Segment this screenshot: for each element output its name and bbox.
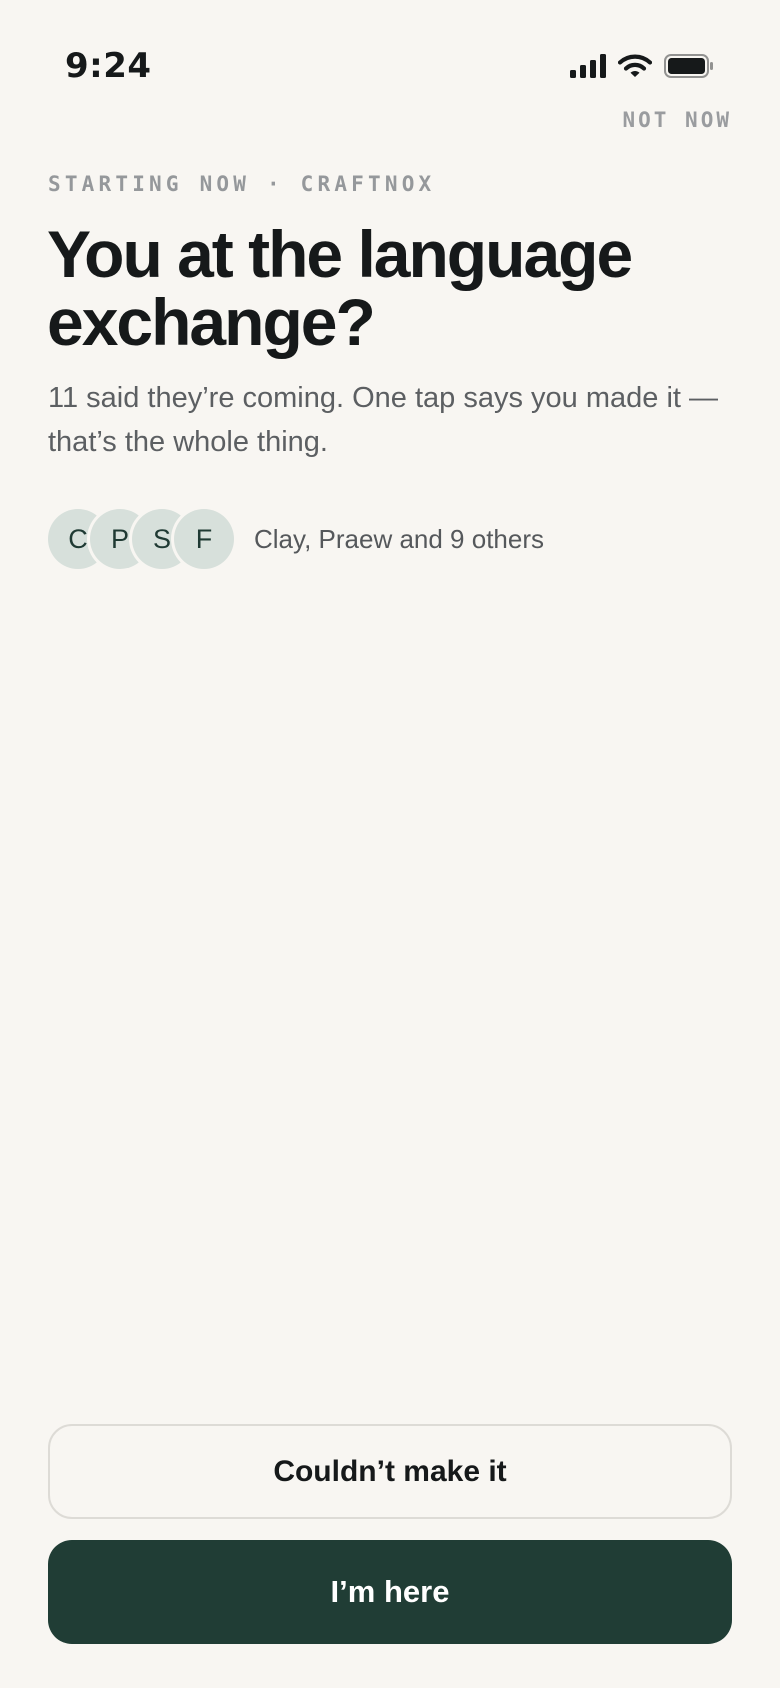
attendees-row: C P S F Clay, Praew and 9 others bbox=[48, 509, 544, 569]
not-now-button[interactable]: NOT NOW bbox=[622, 108, 732, 132]
status-icons bbox=[570, 54, 714, 78]
avatar-stack: C P S F bbox=[48, 509, 234, 569]
event-eyebrow: STARTING NOW · CRAFTNOX bbox=[48, 172, 436, 196]
page-title: You at the language exchange? bbox=[47, 217, 633, 359]
im-here-button[interactable]: I’m here bbox=[48, 1540, 732, 1644]
avatar: F bbox=[174, 509, 234, 569]
page-subtitle: 11 said they’re coming. One tap says you… bbox=[48, 382, 719, 458]
cellular-signal-icon bbox=[570, 54, 606, 78]
status-time: 9:24 bbox=[65, 46, 152, 86]
battery-icon bbox=[664, 54, 714, 78]
attendees-summary: Clay, Praew and 9 others bbox=[254, 523, 544, 554]
checkin-screen: 9:24 NOT NOW STARTING NOW · CRAFTNOX You… bbox=[0, 0, 780, 1688]
couldnt-make-it-button[interactable]: Couldn’t make it bbox=[48, 1424, 732, 1519]
wifi-icon bbox=[618, 54, 652, 78]
